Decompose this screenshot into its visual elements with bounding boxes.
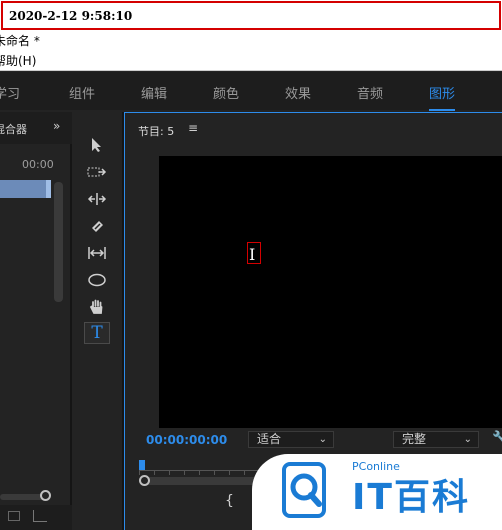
ripple-edit-icon[interactable] bbox=[84, 188, 110, 210]
timestamp-box: 2020-2-12 9:58:10 bbox=[1, 1, 501, 30]
mark-in-icon[interactable]: { bbox=[225, 493, 234, 509]
playhead-timecode[interactable]: 00:00:00:00 bbox=[146, 433, 227, 447]
selection-arrow-icon[interactable] bbox=[84, 134, 110, 156]
playhead-marker[interactable] bbox=[139, 460, 145, 470]
track-select-icon[interactable] bbox=[84, 161, 110, 183]
more-panels-icon[interactable]: » bbox=[53, 119, 60, 133]
type-tool-label: T bbox=[91, 323, 103, 343]
timestamp: 2020-2-12 9:58:10 bbox=[9, 9, 133, 23]
mixer-timecode: 00:00 bbox=[22, 158, 54, 171]
resolution-select[interactable]: 完整 ⌄ bbox=[393, 431, 479, 448]
program-monitor-header: 节目: 5 ≡ bbox=[125, 113, 502, 145]
vertical-scrollbar[interactable] bbox=[54, 182, 63, 302]
menu-bar: 帮助(H) bbox=[0, 51, 502, 71]
zoom-handle[interactable] bbox=[40, 490, 51, 501]
project-title-row: 未命名 * bbox=[0, 32, 502, 51]
magnifier-logo-icon bbox=[282, 462, 326, 518]
track-clip-edge[interactable] bbox=[46, 180, 51, 198]
chevron-down-icon: ⌄ bbox=[318, 434, 327, 445]
ellipse-icon[interactable] bbox=[84, 269, 110, 291]
hand-icon[interactable] bbox=[84, 296, 110, 318]
watermark-title: IT百科 bbox=[352, 477, 470, 518]
mixer-footer bbox=[0, 505, 72, 530]
settings-wrench-icon[interactable]: 🔧 bbox=[492, 431, 502, 446]
type-tool-icon[interactable]: T bbox=[84, 322, 110, 344]
panel-menu-icon[interactable]: ≡ bbox=[188, 121, 198, 135]
zoom-select-value: 适合 bbox=[257, 432, 282, 446]
text-cursor-icon: I bbox=[249, 245, 256, 264]
workspace-tab-assembly[interactable]: 组件 bbox=[69, 83, 95, 102]
zoom-scrollbar-handle[interactable] bbox=[139, 475, 150, 486]
workspace-tab-audio[interactable]: 音频 bbox=[357, 83, 383, 102]
project-name: 未命名 * bbox=[0, 34, 40, 48]
workspace-tab-editing[interactable]: 编辑 bbox=[141, 83, 167, 102]
watermark: PConline IT百科 bbox=[252, 454, 502, 530]
program-monitor-title[interactable]: 节目: 5 bbox=[138, 123, 174, 139]
resolution-select-value: 完整 bbox=[402, 432, 427, 446]
audio-mixer-panel: 混合器 » 00:00 bbox=[0, 112, 72, 530]
workspace-tab-effects[interactable]: 效果 bbox=[285, 83, 311, 102]
horizontal-scrollbar[interactable] bbox=[0, 494, 45, 500]
track-clip[interactable] bbox=[0, 180, 50, 198]
workspace-tab-color[interactable]: 颜色 bbox=[213, 83, 239, 102]
watermark-brand: PConline bbox=[352, 460, 400, 473]
help-menu[interactable]: 帮助(H) bbox=[0, 54, 36, 68]
audio-mixer-header: 混合器 » bbox=[0, 112, 72, 144]
export-icon[interactable] bbox=[33, 510, 47, 522]
monitor-icon[interactable] bbox=[8, 511, 20, 521]
tools-panel: T bbox=[74, 112, 124, 530]
razor-icon[interactable] bbox=[84, 215, 110, 237]
workspace-bar: 学习 组件 编辑 颜色 效果 音频 图形 bbox=[0, 72, 502, 111]
zoom-select[interactable]: 适合 ⌄ bbox=[248, 431, 334, 448]
panel-title[interactable]: 混合器 bbox=[0, 121, 27, 137]
title-bar: 2020-2-12 9:58:10 bbox=[0, 0, 502, 32]
chevron-down-icon: ⌄ bbox=[463, 434, 472, 445]
program-screen[interactable]: I bbox=[159, 156, 502, 428]
workspace-tab-graphics[interactable]: 图形 bbox=[429, 83, 456, 111]
workspace-tab-learn[interactable]: 学习 bbox=[0, 83, 20, 102]
slip-icon[interactable] bbox=[84, 242, 110, 264]
